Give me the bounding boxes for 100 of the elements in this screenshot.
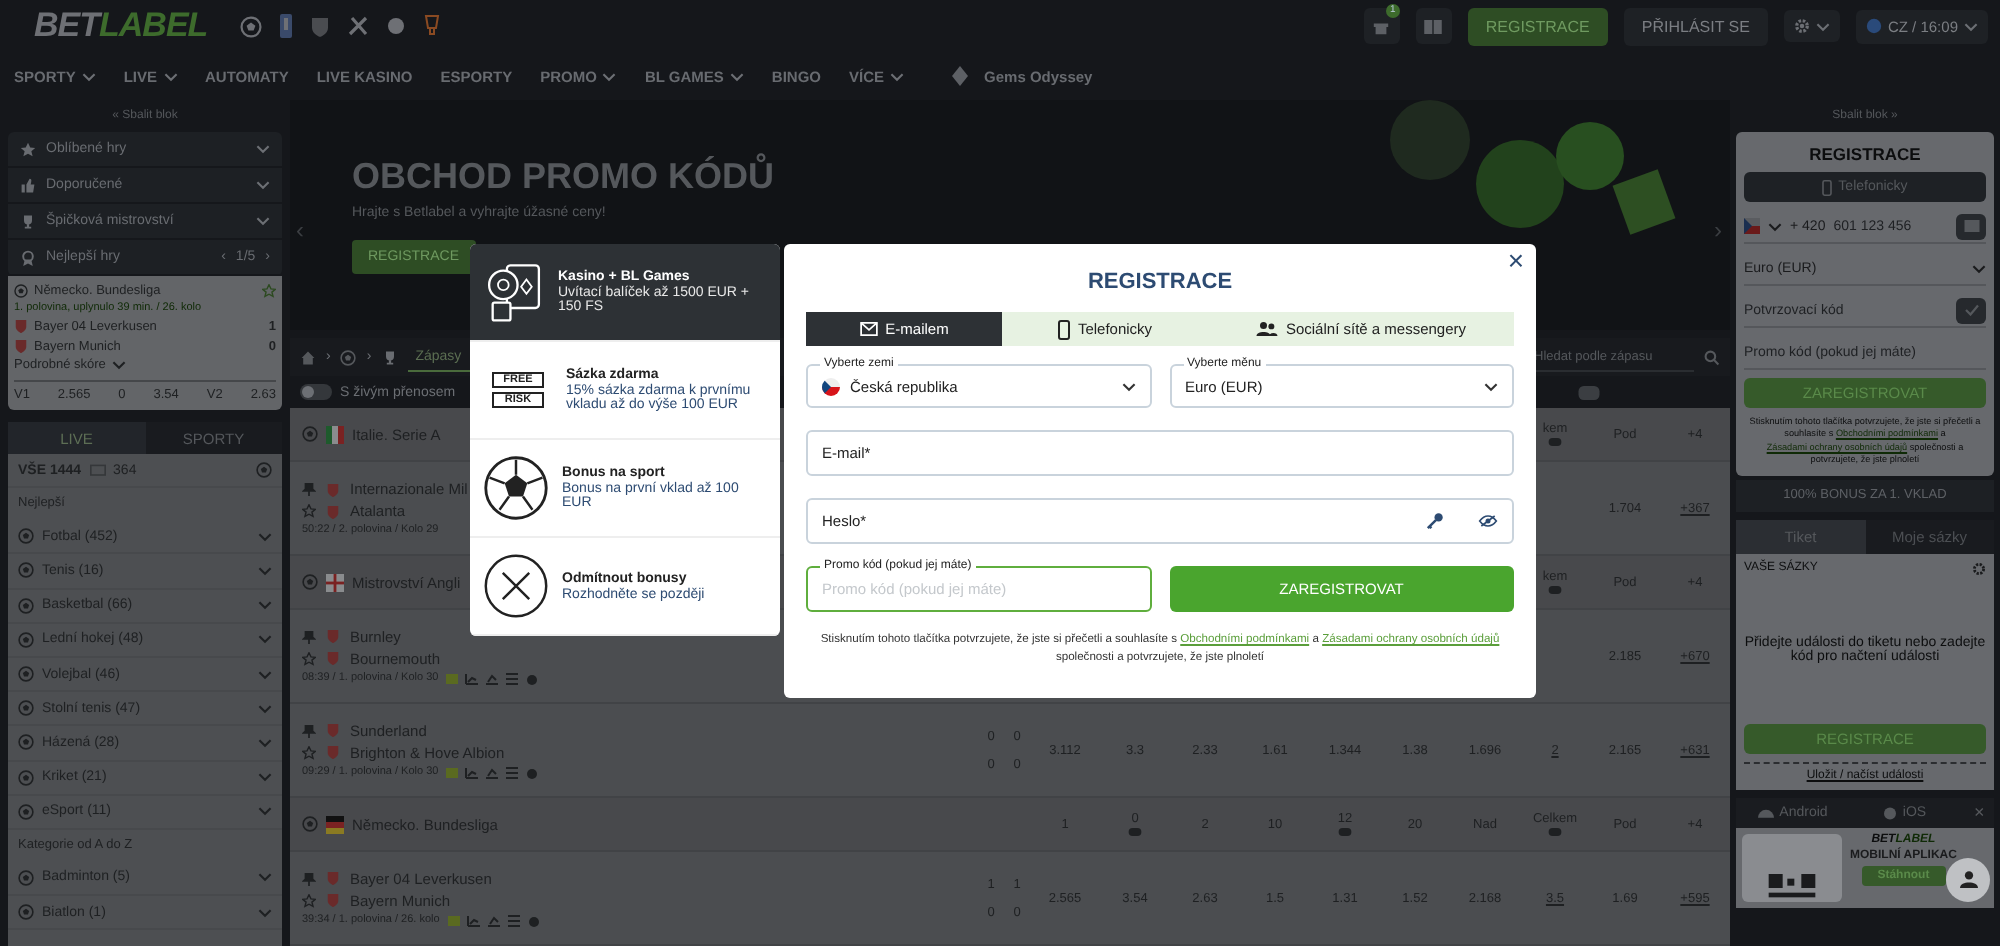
caret-icon (163, 71, 178, 81)
sport-icon (18, 904, 34, 921)
pin-icon[interactable] (302, 723, 316, 737)
banner-title: OBCHOD PROMO KÓDŮ (352, 156, 776, 198)
caret-icon (1815, 21, 1830, 31)
gem-icon (952, 66, 969, 86)
close-circle-icon (482, 552, 550, 620)
chevron-icon (256, 180, 270, 190)
chat-button[interactable] (1946, 857, 1990, 902)
chevron-icon (258, 703, 272, 714)
check-icon (1963, 304, 1979, 316)
sport-icon (18, 769, 34, 786)
chevron-icon (256, 144, 270, 154)
phone-icon (1057, 319, 1070, 339)
previous-arrow[interactable]: ‹ (296, 216, 304, 244)
star-icon[interactable] (302, 893, 316, 907)
flag-icon (326, 425, 344, 443)
star-icon[interactable] (302, 745, 316, 759)
sport-icon (18, 700, 34, 717)
book-icon (1424, 19, 1443, 33)
crossed-sticks-icon[interactable] (347, 16, 368, 36)
key-icon[interactable] (1426, 512, 1444, 530)
sport-icon (18, 528, 34, 545)
cup-icon[interactable] (423, 14, 440, 38)
stats-icons[interactable] (447, 913, 544, 927)
flag-icon (1744, 218, 1760, 234)
caret-icon (602, 71, 617, 81)
star-icon[interactable] (302, 651, 316, 665)
gamepad-icon[interactable] (1578, 385, 1600, 400)
caret-icon (81, 71, 96, 81)
chevron-icon (258, 737, 272, 748)
dialog-title: REGISTRACE (1085, 270, 1235, 294)
star-icon[interactable] (302, 504, 316, 518)
apple-icon (1884, 804, 1897, 821)
book-button[interactable] (1415, 8, 1452, 44)
settings-button[interactable] (1783, 10, 1840, 42)
chevron-icon (258, 634, 272, 645)
caret-icon (890, 71, 905, 81)
shield-icon[interactable] (309, 15, 330, 37)
dropdown-icon[interactable] (1128, 828, 1142, 836)
star-icon (20, 141, 36, 157)
send-code-button[interactable] (1956, 213, 1986, 239)
sport-icon (18, 869, 34, 886)
stats-icons[interactable] (446, 765, 543, 779)
sport-icon (18, 597, 34, 614)
caret-icon (729, 71, 744, 81)
next-arrow[interactable]: › (1714, 216, 1722, 244)
chevron-icon (258, 600, 272, 611)
login-button[interactable]: PŘIHLÁSIT SE (1623, 7, 1768, 45)
sport-icon (18, 631, 34, 648)
sport-icon (18, 803, 34, 820)
sport-icon (18, 562, 34, 579)
gift-icon (1372, 17, 1391, 35)
sport-icon (18, 734, 34, 751)
star-icon[interactable] (262, 284, 276, 298)
trophy-icon (20, 213, 36, 229)
medal-icon (20, 249, 36, 265)
chevron-icon (258, 772, 272, 783)
betlabel-logo[interactable]: BETLABEL (34, 6, 208, 46)
chevron-icon (258, 872, 272, 883)
chevron-icon (258, 565, 272, 576)
caret-icon (1964, 21, 1978, 31)
home-icon[interactable] (300, 349, 316, 366)
dropdown-icon[interactable] (1548, 828, 1562, 836)
hide-password-icon[interactable] (1478, 514, 1498, 528)
pin-icon[interactable] (302, 482, 316, 496)
settings-icon (1793, 18, 1810, 34)
person-icon (1959, 870, 1977, 889)
settings-icon[interactable] (1972, 561, 1986, 576)
thumbs-up-icon (20, 177, 36, 193)
android-icon (1757, 807, 1774, 818)
chevron-icon (258, 806, 272, 817)
chevron-icon (258, 907, 272, 918)
caret-icon (1484, 381, 1498, 391)
caret-icon (1972, 263, 1986, 273)
trophy-icon (381, 349, 398, 366)
flag-icon (326, 573, 344, 591)
caret-icon (1768, 221, 1782, 231)
football-icon (340, 349, 357, 366)
monitor-icon (89, 463, 106, 478)
dropdown-icon[interactable] (1548, 586, 1562, 594)
people-icon (1255, 322, 1278, 336)
live-stream-toggle[interactable] (300, 384, 332, 401)
dropdown-icon[interactable] (1548, 438, 1562, 446)
chevron-icon (258, 531, 272, 542)
caret-icon (111, 360, 126, 370)
sport-icon (18, 666, 34, 683)
caret-icon (1121, 381, 1135, 391)
dropdown-icon[interactable] (1338, 828, 1352, 836)
football-icon (482, 454, 550, 522)
pin-icon[interactable] (302, 871, 316, 885)
stats-icons[interactable] (446, 671, 543, 685)
confirm-button[interactable] (1956, 297, 1986, 323)
phone-icon (1822, 179, 1833, 195)
close-button[interactable]: × (1962, 800, 1994, 825)
register-button[interactable]: REGISTRACE (1467, 7, 1608, 45)
close-button[interactable]: × (1503, 244, 1528, 276)
pin-icon[interactable] (302, 629, 316, 643)
search-icon[interactable] (1704, 349, 1720, 366)
football-icon (302, 574, 318, 590)
